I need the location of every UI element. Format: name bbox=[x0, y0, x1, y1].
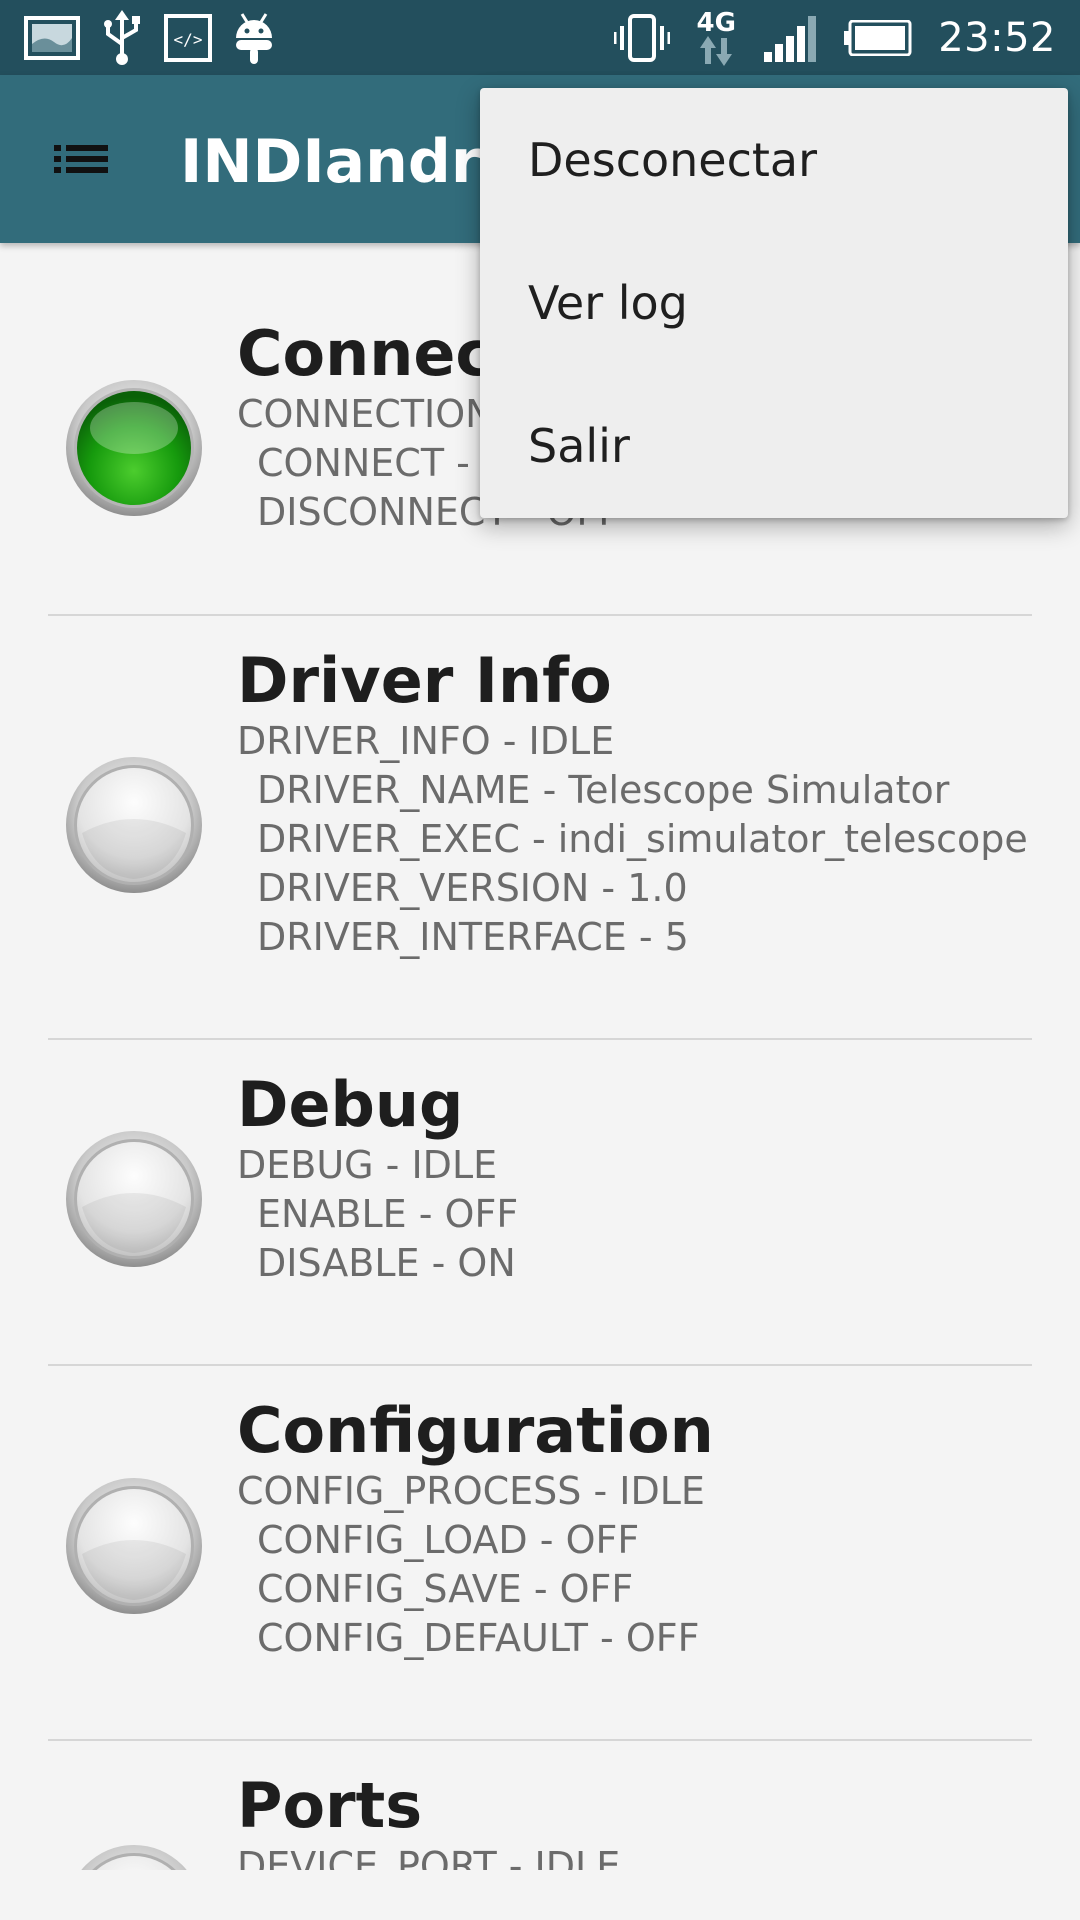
overflow-menu: Desconectar Ver log Salir bbox=[480, 88, 1068, 518]
menu-item-exit[interactable]: Salir bbox=[480, 374, 1068, 517]
list-divider bbox=[48, 614, 1032, 616]
status-led-idle-icon bbox=[64, 1129, 204, 1269]
property-element: CONFIG_DEFAULT - OFF bbox=[257, 1616, 700, 1660]
property-element: DRIVER_NAME - Telescope Simulator bbox=[257, 768, 950, 812]
property-state: DEVICE_PORT - IDLE bbox=[237, 1844, 621, 1870]
property-element: ENABLE - OFF bbox=[257, 1192, 519, 1236]
list-icon[interactable] bbox=[52, 133, 112, 185]
signal-icon bbox=[762, 14, 818, 62]
property-state: DRIVER_INFO - IDLE bbox=[237, 719, 615, 763]
status-led-idle-icon bbox=[64, 1843, 204, 1870]
list-divider bbox=[48, 1364, 1032, 1366]
property-text: Configuration CONFIG_PROCESS - IDLE CONF… bbox=[237, 1395, 1060, 1663]
property-text: Driver Info DRIVER_INFO - IDLE DRIVER_NA… bbox=[237, 645, 1060, 962]
property-title: Debug bbox=[237, 1068, 464, 1141]
menu-item-view-log[interactable]: Ver log bbox=[480, 231, 1068, 374]
status-clock: 23:52 bbox=[938, 14, 1056, 61]
list-divider bbox=[48, 1739, 1032, 1741]
property-title: Configuration bbox=[237, 1394, 714, 1467]
usb-icon bbox=[100, 9, 144, 66]
code-icon: </> bbox=[164, 13, 212, 62]
status-led-ok-icon bbox=[64, 378, 204, 518]
status-led-idle-icon bbox=[64, 755, 204, 895]
property-text: Ports DEVICE_PORT - IDLE bbox=[237, 1769, 1060, 1871]
property-title: Driver Info bbox=[237, 644, 612, 717]
property-element: DRIVER_VERSION - 1.0 bbox=[257, 866, 688, 910]
svg-text:</>: </> bbox=[174, 30, 203, 49]
status-bar-system: 4G 23:52 bbox=[614, 0, 1056, 75]
property-element: DISABLE - ON bbox=[257, 1241, 516, 1285]
property-element: DRIVER_INTERFACE - 5 bbox=[257, 915, 689, 959]
battery-icon bbox=[844, 19, 912, 56]
list-divider bbox=[48, 1038, 1032, 1040]
status-led-idle-icon bbox=[64, 1476, 204, 1616]
vibrate-icon bbox=[614, 13, 671, 62]
status-bar-notifications: </> bbox=[24, 0, 276, 75]
property-text: Debug DEBUG - IDLE ENABLE - OFF DISABLE … bbox=[237, 1069, 1060, 1288]
data-arrows-icon: 4G bbox=[696, 10, 736, 66]
status-bar: </> 4G 23:52 bbox=[0, 0, 1080, 75]
menu-item-disconnect[interactable]: Desconectar bbox=[480, 88, 1068, 231]
gallery-icon bbox=[24, 15, 80, 60]
property-element: CONFIG_SAVE - OFF bbox=[257, 1567, 634, 1611]
property-title: Ports bbox=[237, 1769, 423, 1842]
android-debug-icon bbox=[232, 10, 276, 66]
network-type-label: 4G bbox=[696, 7, 736, 38]
property-state: DEBUG - IDLE bbox=[237, 1143, 498, 1187]
property-element: DRIVER_EXEC - indi_simulator_telescope bbox=[257, 817, 1028, 861]
property-state: CONFIG_PROCESS - IDLE bbox=[237, 1469, 705, 1513]
property-element: CONFIG_LOAD - OFF bbox=[257, 1518, 640, 1562]
app-screen: </> 4G 23:52 INDIandroid Connection CONN… bbox=[0, 0, 1080, 1920]
